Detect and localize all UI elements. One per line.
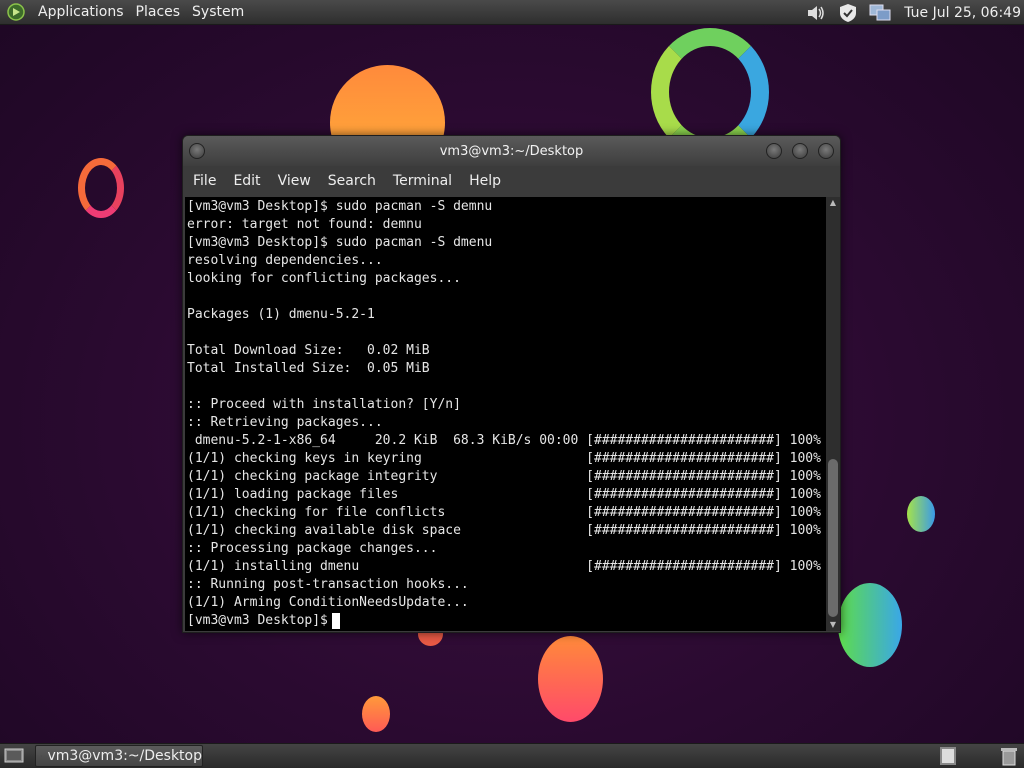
scroll-up-arrow-icon[interactable]: ▲ bbox=[826, 197, 840, 209]
terminal-line: (1/1) checking for file conflicts [#####… bbox=[187, 505, 821, 520]
applications-menu[interactable]: Applications bbox=[32, 0, 130, 25]
terminal-line: :: Retrieving packages... bbox=[187, 415, 383, 430]
terminal-line: Total Installed Size: 0.05 MiB bbox=[187, 361, 430, 376]
workspace-switcher[interactable] bbox=[940, 747, 956, 765]
menu-view[interactable]: View bbox=[272, 166, 322, 196]
terminal-line: (1/1) installing dmenu [################… bbox=[187, 559, 821, 574]
terminal-cursor bbox=[331, 613, 340, 629]
system-tray: Tue Jul 25, 06:49 bbox=[800, 0, 1024, 25]
close-button[interactable] bbox=[818, 143, 834, 159]
window-titlebar[interactable]: vm3@vm3:~/Desktop bbox=[183, 136, 840, 166]
terminal-output: [vm3@vm3 Desktop]$ sudo pacman -S demnu e… bbox=[185, 197, 826, 630]
taskbar-item-label: vm3@vm3:~/Desktop bbox=[47, 748, 202, 764]
menu-help[interactable]: Help bbox=[463, 166, 512, 196]
shield-icon[interactable] bbox=[837, 2, 859, 24]
terminal-line: (1/1) checking package integrity [######… bbox=[187, 469, 821, 484]
terminal-area[interactable]: [vm3@vm3 Desktop]$ sudo pacman -S demnu e… bbox=[185, 197, 826, 631]
menu-search[interactable]: Search bbox=[322, 166, 387, 196]
terminal-line: (1/1) checking keys in keyring [########… bbox=[187, 451, 821, 466]
terminal-line: :: Processing package changes... bbox=[187, 541, 438, 556]
terminal-menubar: File Edit View Search Terminal Help bbox=[183, 166, 840, 196]
window-title: vm3@vm3:~/Desktop bbox=[439, 143, 584, 159]
terminal-line: (1/1) loading package files [###########… bbox=[187, 487, 821, 502]
terminal-line: (1/1) checking available disk space [###… bbox=[187, 523, 821, 538]
volume-icon[interactable] bbox=[805, 2, 827, 24]
menu-file[interactable]: File bbox=[187, 166, 227, 196]
terminal-line: [vm3@vm3 Desktop]$ sudo pacman -S dmenu bbox=[187, 235, 493, 250]
terminal-window: vm3@vm3:~/Desktop File Edit View Search … bbox=[182, 135, 841, 633]
distro-logo-icon[interactable] bbox=[6, 2, 26, 22]
taskbar-item-terminal[interactable]: vm3@vm3:~/Desktop bbox=[35, 745, 203, 767]
terminal-line: [vm3@vm3 Desktop]$ sudo pacman -S demnu bbox=[187, 199, 493, 214]
wallpaper-ring-small bbox=[78, 158, 124, 218]
menu-terminal[interactable]: Terminal bbox=[387, 166, 463, 196]
wallpaper-blob bbox=[907, 496, 935, 532]
wallpaper-blob bbox=[538, 636, 603, 722]
terminal-prompt: [vm3@vm3 Desktop]$ bbox=[187, 613, 328, 628]
menu-edit[interactable]: Edit bbox=[227, 166, 271, 196]
scrollbar[interactable]: ▲ ▼ bbox=[826, 197, 840, 631]
trash-icon[interactable] bbox=[1000, 746, 1018, 766]
top-panel: Applications Places System Tue Jul 25, 0… bbox=[0, 0, 1024, 25]
terminal-line: Total Download Size: 0.02 MiB bbox=[187, 343, 430, 358]
network-icon[interactable] bbox=[869, 2, 891, 24]
scroll-thumb[interactable] bbox=[828, 459, 838, 617]
places-menu[interactable]: Places bbox=[130, 0, 187, 25]
system-menu[interactable]: System bbox=[186, 0, 250, 25]
terminal-line: (1/1) Arming ConditionNeedsUpdate... bbox=[187, 595, 469, 610]
maximize-button[interactable] bbox=[792, 143, 808, 159]
terminal-line: error: target not found: demnu bbox=[187, 217, 422, 232]
minimize-button[interactable] bbox=[766, 143, 782, 159]
scroll-down-arrow-icon[interactable]: ▼ bbox=[826, 619, 840, 631]
terminal-line: :: Proceed with installation? [Y/n] bbox=[187, 397, 461, 412]
terminal-line: Packages (1) dmenu-5.2-1 bbox=[187, 307, 375, 322]
terminal-line: dmenu-5.2-1-x86_64 20.2 KiB 68.3 KiB/s 0… bbox=[187, 433, 821, 448]
terminal-line: :: Running post-transaction hooks... bbox=[187, 577, 469, 592]
window-menu-button[interactable] bbox=[189, 143, 205, 159]
terminal-prompt-line: [vm3@vm3 Desktop]$ bbox=[187, 612, 826, 630]
clock[interactable]: Tue Jul 25, 06:49 bbox=[904, 5, 1021, 21]
show-desktop-icon[interactable] bbox=[3, 746, 25, 766]
bottom-panel: vm3@vm3:~/Desktop bbox=[0, 743, 1024, 768]
wallpaper-blob bbox=[362, 696, 390, 732]
terminal-line: resolving dependencies... bbox=[187, 253, 383, 268]
terminal-line: looking for conflicting packages... bbox=[187, 271, 461, 286]
wallpaper-blob bbox=[838, 583, 902, 667]
